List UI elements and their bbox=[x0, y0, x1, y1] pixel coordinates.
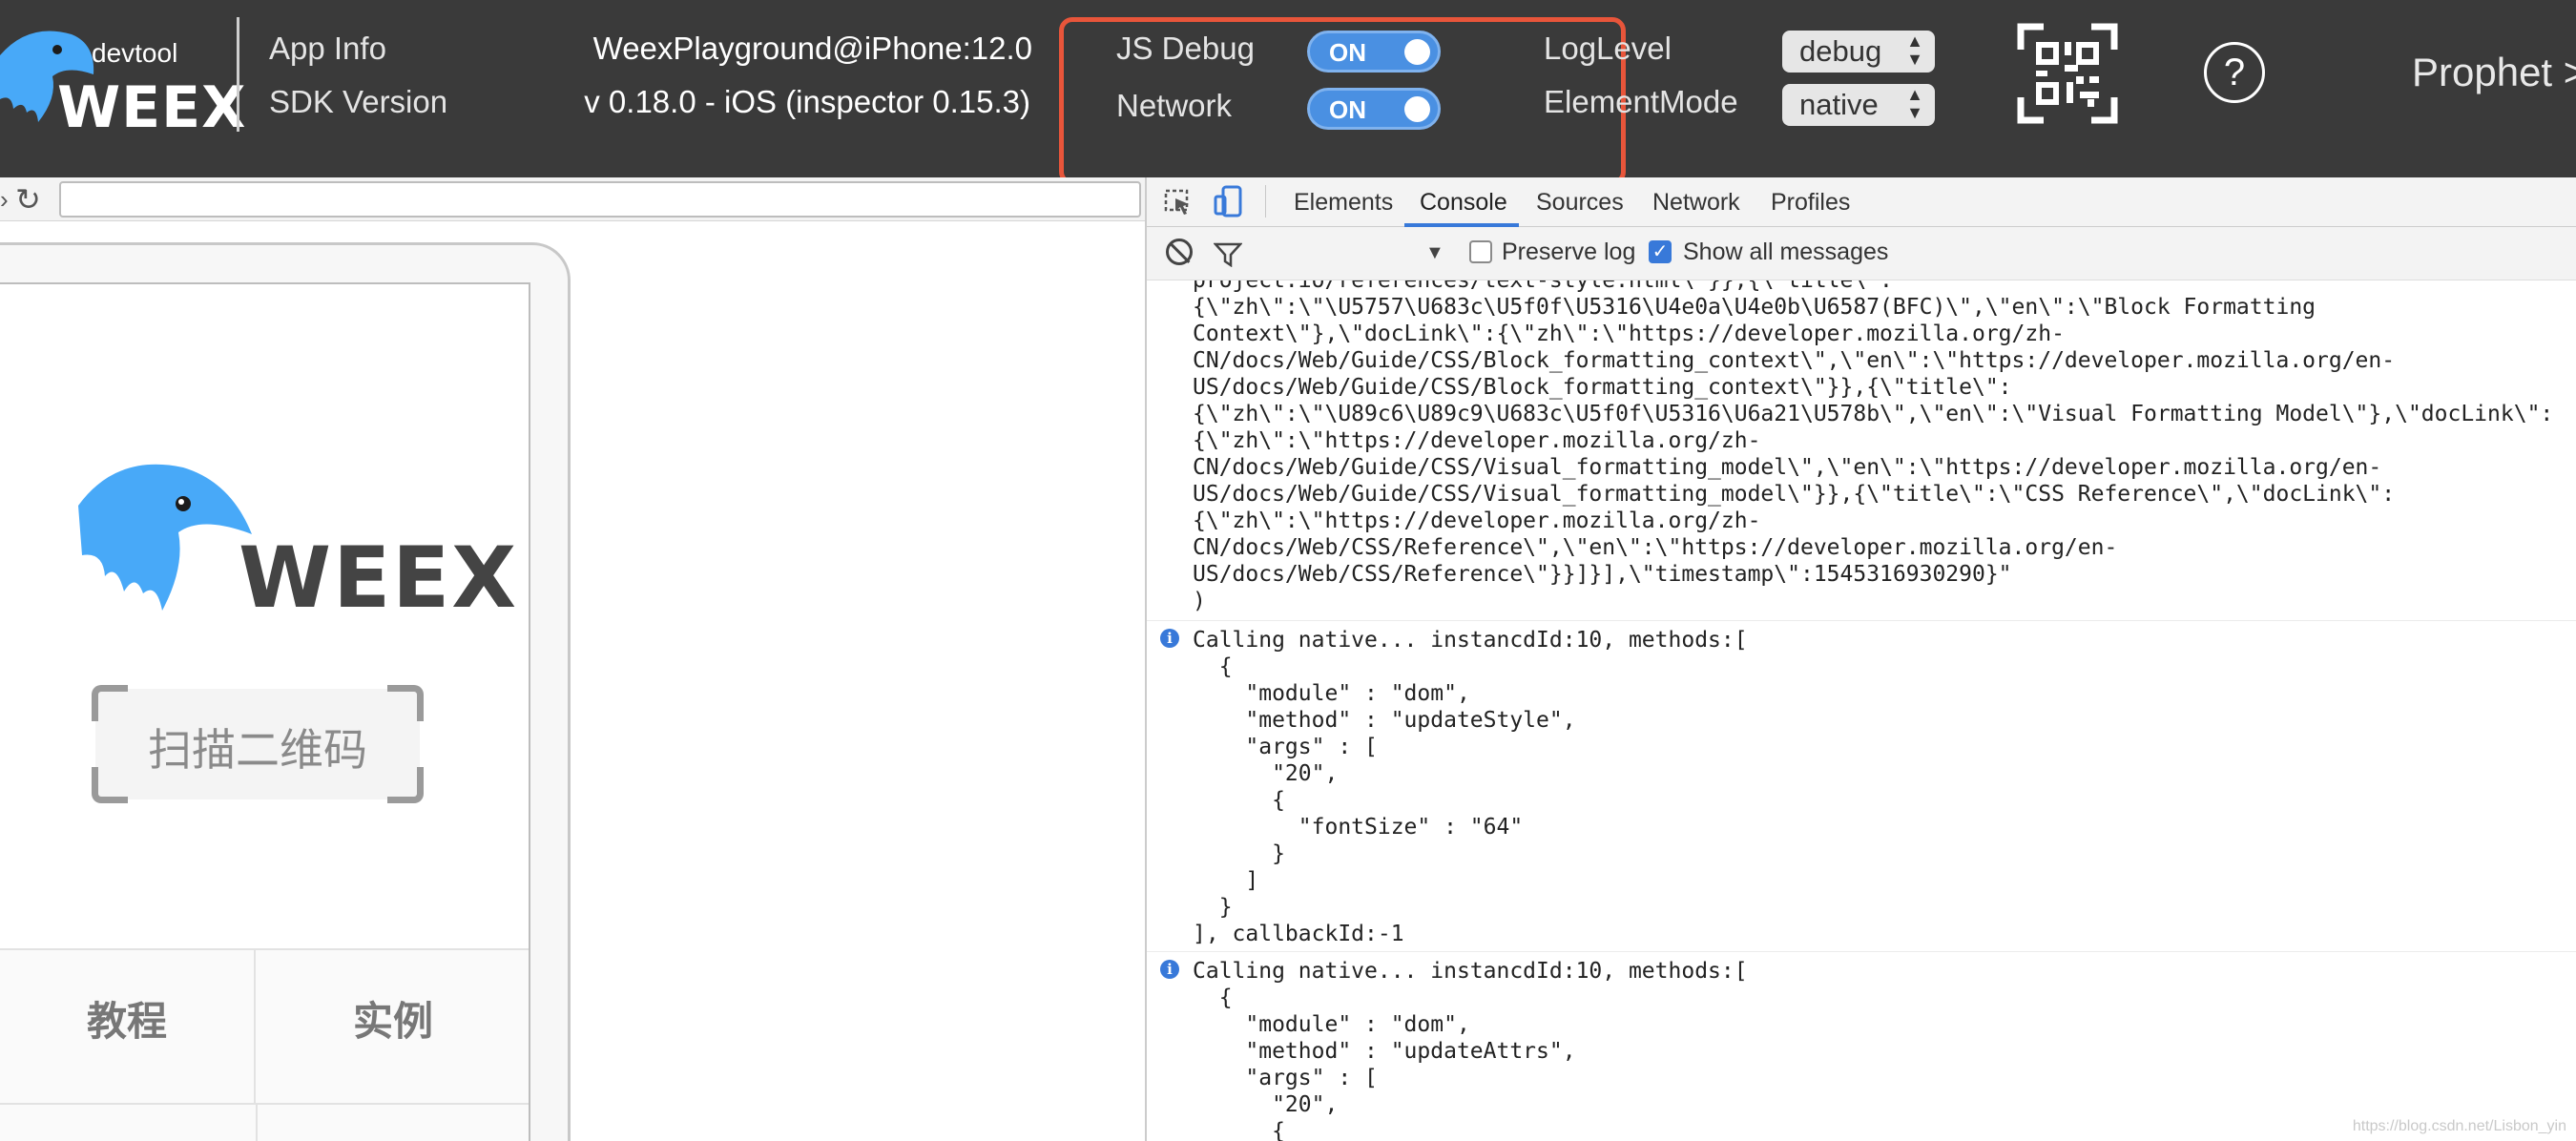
console-output[interactable]: project.io/references/text-style.html\"}… bbox=[1147, 280, 2576, 1141]
tab-elements[interactable]: Elements bbox=[1294, 189, 1393, 217]
tab-profiles[interactable]: Profiles bbox=[1771, 189, 1850, 217]
tab-sources[interactable]: Sources bbox=[1536, 189, 1624, 217]
show-all-messages-label: Show all messages bbox=[1683, 239, 1889, 265]
device-toolbar-icon[interactable] bbox=[1214, 185, 1244, 218]
clear-console-icon[interactable] bbox=[1166, 239, 1193, 265]
toolbar-separator bbox=[1265, 185, 1266, 218]
element-mode-value: native bbox=[1799, 88, 1879, 121]
console-filter-bar: ▼ Preserve log ✓ Show all messages bbox=[1147, 227, 2576, 280]
simulator-tabs: 教程 实例 bbox=[0, 948, 529, 1141]
scan-qr-button[interactable]: 扫描二维码 bbox=[92, 685, 424, 803]
weex-bird-icon bbox=[78, 464, 252, 611]
console-message-text: Calling native... instancdId:10, methods… bbox=[1193, 959, 1748, 1141]
logo-brand-text: WEEX bbox=[57, 74, 247, 141]
console-message-text: Calling native... instancdId:10, methods… bbox=[1193, 628, 1748, 946]
weex-devtool-logo: devtool WEEX bbox=[0, 17, 245, 141]
show-all-messages-checkbox[interactable]: ✓ bbox=[1649, 240, 1672, 263]
select-arrows-icon: ▲ ▼ bbox=[1906, 31, 1923, 69]
url-input[interactable] bbox=[59, 181, 1141, 218]
header-divider bbox=[237, 17, 239, 132]
network-toggle-state: ON bbox=[1329, 95, 1366, 124]
js-debug-toggle[interactable]: ON bbox=[1307, 31, 1441, 73]
filter-icon[interactable] bbox=[1214, 242, 1242, 267]
back-icon[interactable]: › bbox=[0, 185, 9, 215]
console-message: i Calling native... instancdId:10, metho… bbox=[1147, 952, 2576, 1141]
logo-devtool-text: devtool bbox=[92, 38, 178, 68]
console-message: i Calling native... instancdId:10, metho… bbox=[1147, 621, 2576, 952]
devtool-header: devtool WEEX App Info SDK Version WeexPl… bbox=[0, 0, 2576, 185]
log-level-value: debug bbox=[1799, 34, 1882, 68]
sdk-version-label: SDK Version bbox=[269, 84, 448, 119]
console-message-text: project.io/references/text-style.html\"}… bbox=[1193, 280, 2554, 613]
scan-qr-label: 扫描二维码 bbox=[148, 724, 367, 776]
prophet-link[interactable]: Prophet > bbox=[2412, 50, 2576, 95]
element-mode-select[interactable]: native ▲ ▼ bbox=[1782, 84, 1935, 126]
qr-code-icon[interactable] bbox=[2017, 23, 2118, 124]
sdk-version-value: v 0.18.0 - iOS (inspector 0.15.3) bbox=[584, 84, 1030, 119]
element-mode-label: ElementMode bbox=[1544, 84, 1738, 119]
app-info-label: App Info bbox=[269, 31, 386, 66]
log-level-label: LogLevel bbox=[1544, 31, 1672, 66]
tab-console[interactable]: Console bbox=[1420, 189, 1507, 217]
js-debug-toggle-state: ON bbox=[1329, 38, 1366, 67]
toggle-knob bbox=[1404, 39, 1430, 65]
log-level-select[interactable]: debug ▲ ▼ bbox=[1782, 31, 1935, 73]
weex-brand-text: WEEX bbox=[239, 529, 519, 627]
inspect-element-icon[interactable] bbox=[1164, 189, 1193, 218]
info-icon: i bbox=[1160, 960, 1179, 979]
reload-icon[interactable]: ↻ bbox=[15, 181, 41, 218]
tab-examples[interactable]: 实例 bbox=[258, 950, 529, 1103]
watermark: https://blog.csdn.net/Lisbon_yin bbox=[2352, 1118, 2566, 1134]
tab-network[interactable]: Network bbox=[1652, 189, 1740, 217]
tab-divider bbox=[0, 1103, 529, 1105]
toggle-knob bbox=[1404, 96, 1430, 122]
devtools-toolbar: Elements Console Sources Network Profile… bbox=[1147, 177, 2576, 227]
console-message: project.io/references/text-style.html\"}… bbox=[1147, 280, 2576, 621]
preserve-log-checkbox[interactable] bbox=[1469, 240, 1492, 263]
info-icon: i bbox=[1160, 629, 1179, 648]
network-toggle[interactable]: ON bbox=[1307, 88, 1441, 130]
context-dropdown-icon[interactable]: ▼ bbox=[1425, 242, 1444, 264]
simulator-address-bar: › ↻ bbox=[0, 177, 1145, 221]
js-debug-label: JS Debug bbox=[1116, 31, 1255, 66]
network-label: Network bbox=[1116, 88, 1233, 123]
select-arrows-icon: ▲ ▼ bbox=[1906, 85, 1923, 122]
app-info-value: WeexPlayground@iPhone:12.0 bbox=[592, 31, 1032, 66]
preserve-log-label: Preserve log bbox=[1502, 239, 1636, 265]
tab-divider bbox=[256, 1105, 258, 1141]
help-icon[interactable]: ? bbox=[2204, 42, 2265, 103]
tab-tutorial[interactable]: 教程 bbox=[0, 950, 256, 1103]
